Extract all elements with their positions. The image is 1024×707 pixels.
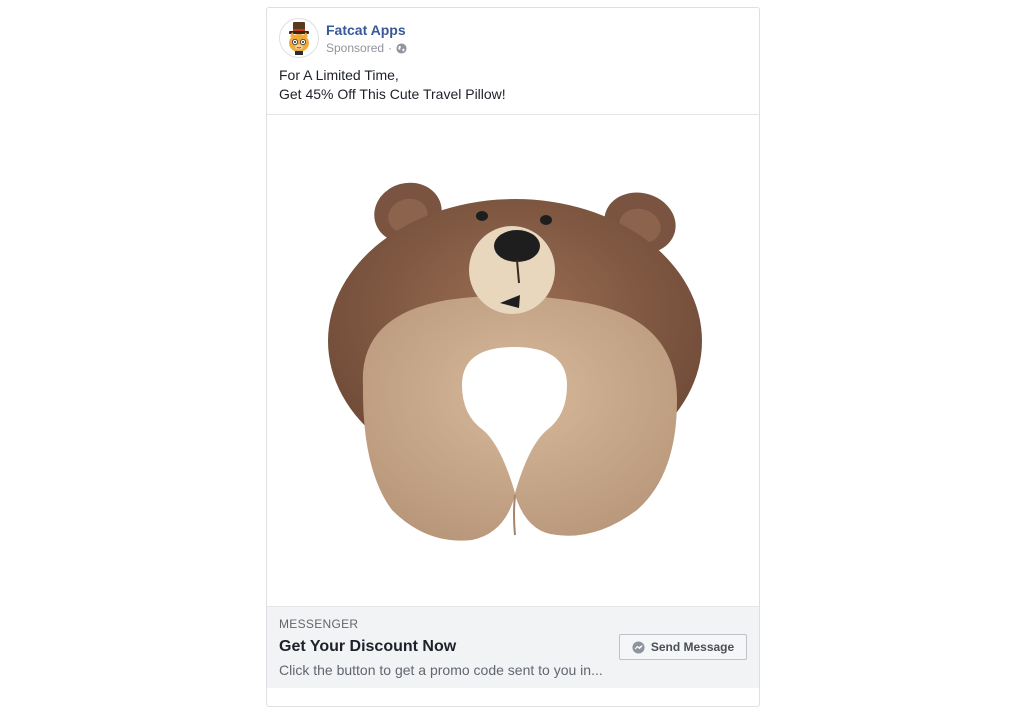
post-image[interactable] xyxy=(267,114,759,606)
post-header: Fatcat Apps Sponsored · xyxy=(279,18,739,58)
send-message-button[interactable]: Send Message xyxy=(619,634,747,660)
page-name-link[interactable]: Fatcat Apps xyxy=(326,22,406,38)
post-text-line: Get 45% Off This Cute Travel Pillow! xyxy=(279,86,506,102)
bear-travel-pillow-image xyxy=(328,182,702,541)
post-text: For A Limited Time, Get 45% Off This Cut… xyxy=(279,66,749,104)
footer-headline[interactable]: Get Your Discount Now xyxy=(279,638,456,656)
fatcat-logo-icon xyxy=(289,22,309,55)
footer-description: Click the button to get a promo code sen… xyxy=(279,662,603,678)
sponsored-post-card: Fatcat Apps Sponsored · For A Limited Ti… xyxy=(266,7,760,707)
post-meta: Sponsored · xyxy=(326,41,407,55)
globe-icon[interactable] xyxy=(396,42,407,54)
post-text-line: For A Limited Time, xyxy=(279,67,399,83)
send-message-label: Send Message xyxy=(650,640,735,654)
footer-source: MESSENGER xyxy=(279,617,359,631)
messenger-icon xyxy=(632,640,645,654)
sponsored-label[interactable]: Sponsored xyxy=(326,41,384,55)
meta-separator: · xyxy=(388,41,393,55)
page-avatar[interactable] xyxy=(279,18,319,58)
ad-footer: MESSENGER Get Your Discount Now Click th… xyxy=(267,606,759,688)
